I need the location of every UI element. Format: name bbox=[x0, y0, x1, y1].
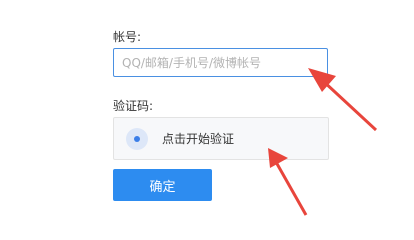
arrow-icon bbox=[308, 68, 378, 132]
annotation-arrows bbox=[268, 68, 378, 216]
arrow-icon bbox=[268, 148, 308, 216]
